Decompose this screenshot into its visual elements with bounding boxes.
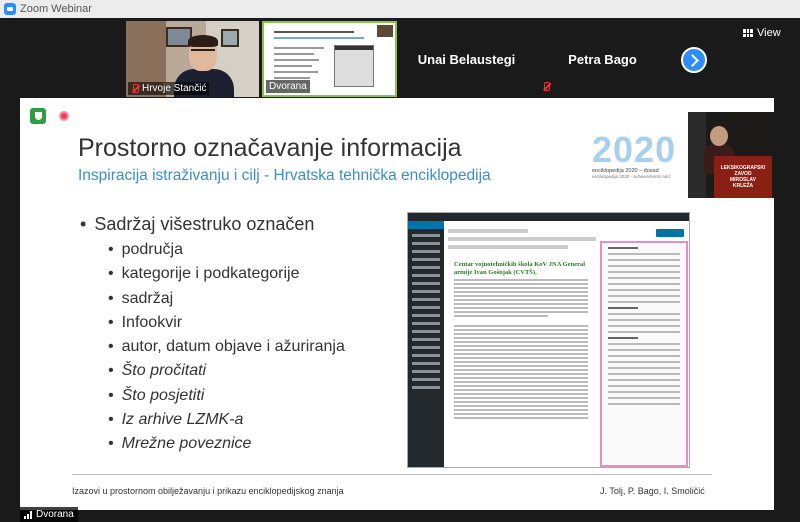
view-button[interactable]: View: [743, 25, 781, 41]
sub-bullet: Iz arhive LZMK-a: [108, 411, 345, 435]
screenshot-heading: Centar vojnotehničkih škola KoV JNA Gene…: [454, 261, 586, 276]
zoom-logo-icon: [4, 3, 16, 15]
sub-bullet: autor, datum objave i ažuriranja: [108, 338, 345, 362]
shared-screen: Prostorno označavanje informacija Inspir…: [20, 98, 774, 510]
sub-bullet: kategorije i podkategorije: [108, 265, 345, 289]
sub-bullet: područja: [108, 241, 345, 265]
cms-screenshot: Centar vojnotehničkih škola KoV JNA Gene…: [407, 212, 690, 468]
next-page-button[interactable]: [681, 47, 707, 73]
mic-muted-icon: [542, 82, 550, 92]
participant-strip: Hrvoje Stančić Dvorana Unai Belaustegi P…: [0, 18, 800, 98]
bullet-list: Sadržaj višestruko označen područja kate…: [80, 214, 345, 460]
participant-name: Petra Bago: [568, 51, 637, 67]
main-bullet: Sadržaj višestruko označen: [80, 214, 345, 235]
participant-tile[interactable]: Hrvoje Stančić: [126, 21, 259, 97]
participant-label: Hrvoje Stančić: [128, 82, 210, 95]
participant-tile[interactable]: Unai Belaustegi: [400, 21, 533, 97]
sub-bullet: Što pročitati: [108, 362, 345, 386]
sub-bullet: Mrežne poveznice: [108, 435, 345, 459]
participant-tile[interactable]: Petra Bago: [536, 21, 669, 97]
participant-tile-active-speaker[interactable]: Dvorana: [262, 21, 397, 97]
highlighted-category-panel: [600, 241, 688, 467]
sub-bullet: Što posjetiti: [108, 387, 345, 411]
mic-muted-icon: [131, 83, 139, 94]
presenter-video: LEKSIKOGRAFSKI ZAVOD MIROSLAV KRLEŽA: [688, 112, 774, 198]
sub-bullet: Infookvir: [108, 314, 345, 338]
participant-name: Dvorana: [269, 81, 307, 92]
slide-footer-left: Izazovi u prostornom obilježavanju i pri…: [72, 486, 344, 496]
recording-icon: [59, 111, 69, 121]
shield-icon[interactable]: [30, 108, 46, 124]
grid-view-icon: [743, 29, 753, 37]
podium: LEKSIKOGRAFSKI ZAVOD MIROSLAV KRLEŽA: [714, 156, 772, 198]
view-button-label: View: [757, 27, 781, 39]
participant-label: Dvorana: [266, 80, 310, 93]
participant-name: Hrvoje Stančić: [142, 83, 207, 94]
shared-screen-name: Dvorana: [36, 509, 74, 520]
slide-divider: [72, 474, 712, 475]
participant-name: Unai Belaustegi: [417, 51, 516, 67]
slide-subtitle: Inspiracija istraživanju i cilj - Hrvats…: [78, 167, 491, 184]
slide-footer-right: J. Tolj, P. Bago, I. Smoličić: [600, 486, 705, 496]
sub-bullet: sadržaj: [108, 290, 345, 314]
window-titlebar: Zoom Webinar: [0, 0, 800, 18]
slide-title: Prostorno označavanje informacija: [78, 134, 462, 162]
window-title: Zoom Webinar: [20, 3, 92, 15]
shared-screen-label: Dvorana: [20, 507, 78, 522]
signal-strength-icon: [24, 510, 32, 519]
podium-text: KRLEŽA: [732, 183, 754, 189]
